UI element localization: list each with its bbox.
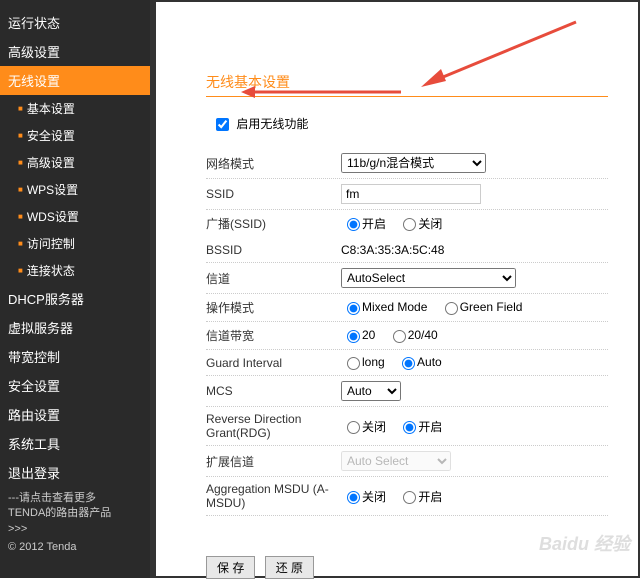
watermark: Baidu 经验 [539,530,630,556]
sidebar-item-2[interactable]: 无线设置 [0,66,150,95]
sidebar-item-7[interactable]: ■ WDS设置 [0,203,150,230]
sidebar-item-label: 访问控制 [27,235,75,252]
rdg-label: Reverse Direction Grant(RDG) [206,412,341,440]
ssid-label: SSID [206,187,341,201]
sidebar-item-label: 连接状态 [27,262,75,279]
sidebar-item-15[interactable]: 系统工具 [0,429,150,458]
enable-wireless-checkbox[interactable] [216,118,229,131]
mcs-select[interactable]: Auto [341,381,401,401]
amsdu-on-radio[interactable] [403,491,416,504]
sidebar-item-label: WDS设置 [27,208,79,225]
extch-select: Auto Select [341,451,451,471]
bssid-label: BSSID [206,243,341,257]
sidebar-item-label: 安全设置 [8,376,60,395]
sidebar-item-label: 系统工具 [8,434,60,453]
sidebar-item-4[interactable]: ■ 安全设置 [0,122,150,149]
sidebar-item-label: 带宽控制 [8,347,60,366]
bullet-icon: ■ [18,239,23,248]
broadcast-label: 广播(SSID) [206,215,341,232]
sidebar: 运行状态高级设置无线设置■基本设置■安全设置■高级设置■WPS设置■WDS设置■… [0,0,150,578]
sidebar-item-6[interactable]: ■ WPS设置 [0,176,150,203]
sidebar-item-label: 退出登录 [8,463,60,482]
sidebar-item-label: DHCP服务器 [8,289,84,308]
gi-label: Guard Interval [206,356,341,370]
bullet-icon: ■ [18,158,23,167]
broadcast-on-radio[interactable] [347,218,360,231]
sidebar-item-8[interactable]: ■ 访问控制 [0,230,150,257]
enable-wireless-label: 启用无线功能 [236,117,308,131]
sidebar-item-label: 高级设置 [27,154,75,171]
sidebar-item-label: 基本设置 [27,100,75,117]
amsdu-off-radio[interactable] [347,491,360,504]
channel-select[interactable]: AutoSelect [341,268,516,288]
sidebar-item-label: 运行状态 [8,13,60,32]
sidebar-item-label: 路由设置 [8,405,60,424]
sidebar-item-14[interactable]: 路由设置 [0,400,150,429]
sidebar-item-1[interactable]: 高级设置 [0,37,150,66]
mcs-label: MCS [206,384,341,398]
sidebar-item-3[interactable]: ■ 基本设置 [0,95,150,122]
extch-label: 扩展信道 [206,453,341,470]
bullet-icon: ■ [18,131,23,140]
copyright: © 2012 Tenda [8,541,76,553]
ssid-input[interactable] [341,184,481,204]
sidebar-item-0[interactable]: 运行状态 [0,8,150,37]
sidebar-item-5[interactable]: ■ 高级设置 [0,149,150,176]
sidebar-item-label: WPS设置 [27,181,78,198]
channel-label: 信道 [206,270,341,287]
sidebar-item-10[interactable]: DHCP服务器 [0,284,150,313]
restore-button[interactable]: 还 原 [265,556,314,579]
bullet-icon: ■ [18,266,23,275]
opmode-mixed-radio[interactable] [347,302,360,315]
rdg-on-radio[interactable] [403,421,416,434]
main-panel: 无线基本设置 启用无线功能 网络模式 11b/g/n混合模式 SSID 广播(S… [150,0,640,578]
save-button[interactable]: 保 存 [206,556,255,579]
sidebar-item-16[interactable]: 退出登录 [0,458,150,487]
bw-2040-radio[interactable] [393,330,406,343]
bullet-icon: ■ [18,104,23,113]
bullet-icon: ■ [18,212,23,221]
opmode-green-radio[interactable] [445,302,458,315]
amsdu-label: Aggregation MSDU (A-MSDU) [206,482,341,510]
sidebar-item-label: 高级设置 [8,42,60,61]
enable-wireless-row: 启用无线功能 [206,115,608,132]
gi-long-radio[interactable] [347,357,360,370]
broadcast-off-radio[interactable] [403,218,416,231]
sidebar-item-label: 安全设置 [27,127,75,144]
rdg-off-radio[interactable] [347,421,360,434]
sidebar-item-12[interactable]: 带宽控制 [0,342,150,371]
sidebar-item-label: 无线设置 [8,71,60,90]
sidebar-item-13[interactable]: 安全设置 [0,371,150,400]
gi-auto-radio[interactable] [402,357,415,370]
bw-20-radio[interactable] [347,330,360,343]
bw-label: 信道带宽 [206,327,341,344]
sidebar-item-11[interactable]: 虚拟服务器 [0,313,150,342]
sidebar-item-9[interactable]: ■ 连接状态 [0,257,150,284]
bssid-value: C8:3A:35:3A:5C:48 [341,243,608,257]
netmode-label: 网络模式 [206,155,341,172]
footer-link[interactable]: ---请点击查看更多 TENDA的路由器产品 >>> [0,487,150,541]
opmode-label: 操作模式 [206,299,341,316]
sidebar-item-label: 虚拟服务器 [8,318,73,337]
bullet-icon: ■ [18,185,23,194]
netmode-select[interactable]: 11b/g/n混合模式 [341,153,486,173]
section-title: 无线基本设置 [206,72,608,97]
